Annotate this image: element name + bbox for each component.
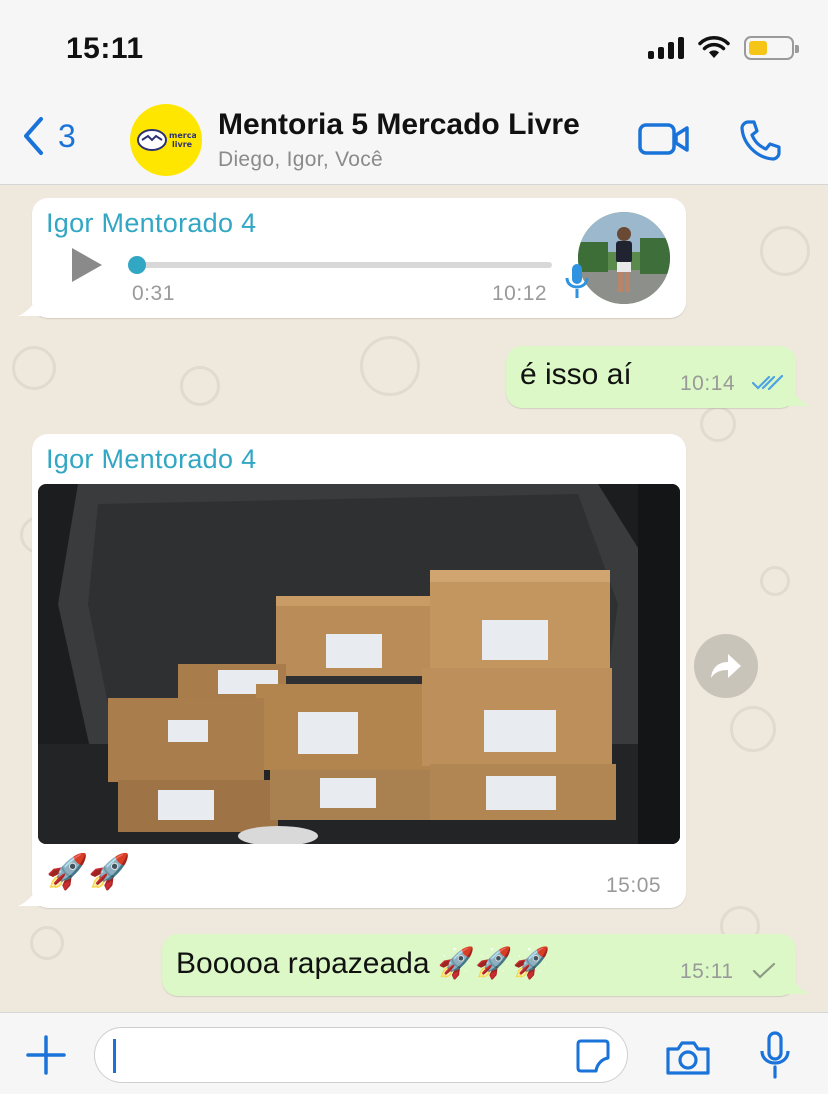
group-title[interactable]: Mentoria 5 Mercado Livre (218, 108, 580, 142)
back-button[interactable]: 3 (22, 116, 76, 156)
svg-text:livre: livre (172, 140, 193, 149)
voice-call-button[interactable] (738, 118, 782, 167)
message-text: Booooa rapazeada 🚀🚀🚀 (176, 947, 550, 980)
message-time: 15:05 (606, 874, 662, 897)
shared-photo[interactable] (38, 484, 680, 844)
group-avatar[interactable]: mercado livre (130, 104, 202, 176)
camera-icon[interactable] (664, 1039, 712, 1077)
image-message-bubble[interactable]: Igor Mentorado 4 🚀🚀 15:05 (32, 434, 686, 908)
play-icon[interactable] (70, 246, 104, 284)
forward-icon (711, 654, 741, 678)
status-icons (648, 36, 799, 60)
double-check-read-icon (752, 374, 784, 391)
wallpaper-doodle (180, 366, 220, 406)
bubble-tail (18, 884, 40, 906)
voice-message-bubble[interactable]: Igor Mentorado 4 0:31 10:12 (32, 198, 686, 318)
video-camera-icon (638, 123, 689, 155)
sticker-icon[interactable] (575, 1038, 611, 1074)
voice-duration: 0:31 (132, 282, 175, 305)
bubble-tail (788, 972, 810, 994)
text-caret (113, 1039, 116, 1073)
wallpaper-doodle (30, 926, 64, 960)
wallpaper-doodle (12, 346, 56, 390)
sender-name[interactable]: Igor Mentorado 4 (46, 444, 256, 475)
sender-name[interactable]: Igor Mentorado 4 (46, 208, 256, 239)
message-text: é isso aí (520, 358, 632, 391)
single-check-sent-icon (752, 962, 776, 979)
voice-progress-track[interactable] (132, 262, 552, 268)
outgoing-message-bubble[interactable]: Booooa rapazeada 🚀🚀🚀 15:11 (162, 934, 796, 996)
battery-icon (744, 36, 799, 60)
video-call-button[interactable] (638, 122, 690, 161)
composer-bar (0, 1012, 828, 1094)
phone-icon (740, 120, 781, 161)
bubble-tail (18, 294, 40, 316)
mercado-livre-logo: mercado livre (137, 129, 196, 151)
bubble-tail (788, 384, 810, 406)
svg-text:mercado: mercado (169, 131, 196, 140)
sender-avatar (578, 212, 670, 304)
message-time: 15:11 (680, 960, 734, 983)
wallpaper-doodle (360, 336, 420, 396)
message-time: 10:14 (680, 372, 736, 395)
microphone-icon[interactable] (758, 1031, 792, 1081)
outgoing-message-bubble[interactable]: é isso aí 10:14 (506, 346, 796, 408)
status-time: 15:11 (66, 32, 144, 65)
chevron-left-icon (24, 117, 43, 155)
message-caption: 🚀🚀 (46, 852, 131, 892)
wallpaper-doodle (760, 566, 790, 596)
plus-icon[interactable] (26, 1035, 66, 1075)
wallpaper-doodle (700, 406, 736, 442)
unread-count: 3 (58, 117, 76, 154)
message-time: 10:12 (492, 282, 548, 305)
wifi-icon (698, 36, 730, 58)
cellular-signal-icon (648, 37, 684, 59)
message-input[interactable] (94, 1027, 628, 1083)
forward-button[interactable] (694, 634, 758, 698)
voice-progress-handle[interactable] (128, 256, 146, 274)
wallpaper-doodle (730, 706, 776, 752)
wallpaper-doodle (760, 226, 810, 276)
battery-level (749, 41, 767, 55)
group-members: Diego, Igor, Você (218, 148, 384, 171)
microphone-icon (565, 264, 589, 298)
top-bar: 15:11 3 mercado livre Mentoria 5 Mercado… (0, 0, 828, 185)
